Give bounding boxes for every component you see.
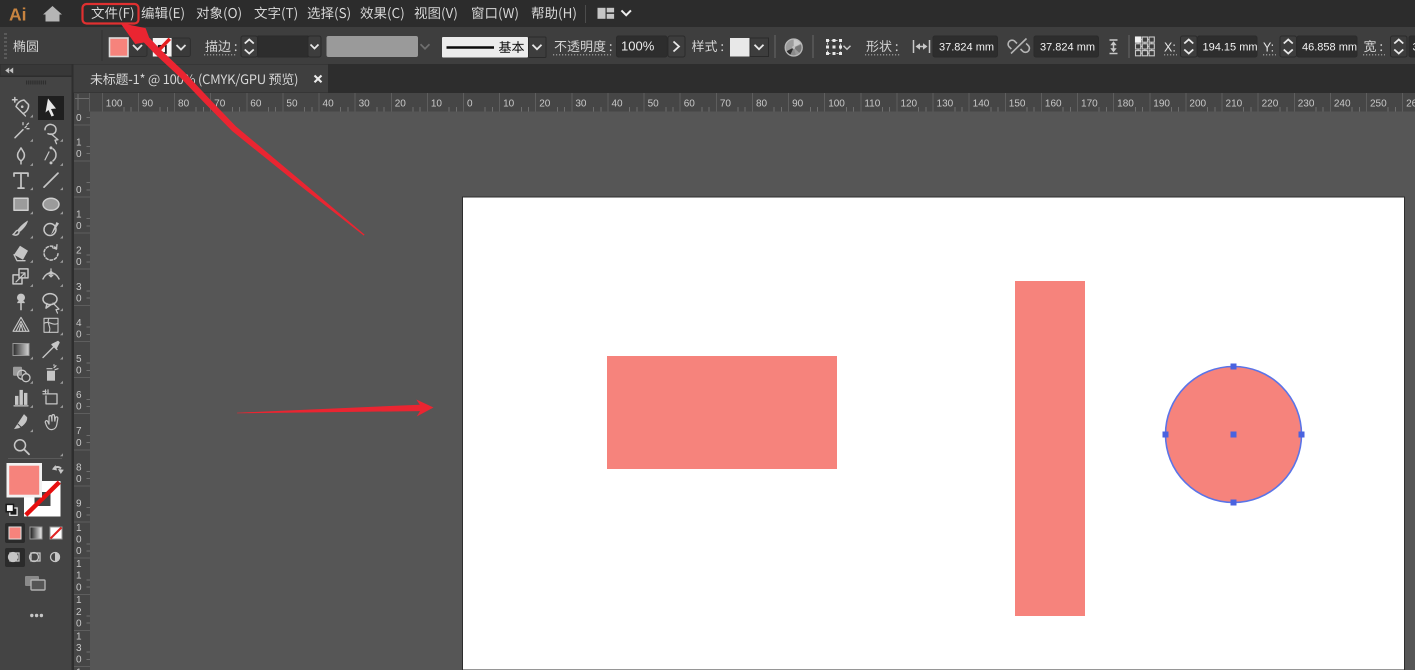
svg-text:120: 120 bbox=[900, 99, 917, 110]
svg-text:1: 1 bbox=[76, 559, 82, 570]
svg-text:1: 1 bbox=[76, 210, 82, 221]
svg-text:210: 210 bbox=[1226, 99, 1243, 110]
svg-text:1: 1 bbox=[76, 631, 82, 642]
svg-text:100: 100 bbox=[828, 99, 845, 110]
svg-text:2: 2 bbox=[76, 607, 82, 618]
svg-text:130: 130 bbox=[937, 99, 954, 110]
svg-text:0: 0 bbox=[76, 185, 82, 196]
svg-text:6: 6 bbox=[76, 390, 82, 401]
svg-text:0: 0 bbox=[76, 618, 82, 629]
svg-text:0: 0 bbox=[76, 221, 82, 232]
svg-text:5: 5 bbox=[76, 354, 82, 365]
svg-text:0: 0 bbox=[76, 546, 82, 557]
svg-text:80: 80 bbox=[756, 99, 768, 110]
svg-text:0: 0 bbox=[76, 330, 82, 341]
svg-text:Ai: Ai bbox=[9, 5, 27, 25]
svg-text:20: 20 bbox=[395, 99, 407, 110]
svg-text:200: 200 bbox=[1189, 99, 1206, 110]
svg-text:0: 0 bbox=[76, 366, 82, 377]
svg-text:9: 9 bbox=[76, 499, 82, 510]
svg-text:0: 0 bbox=[76, 149, 82, 160]
svg-text:194.15 mm: 194.15 mm bbox=[1203, 42, 1258, 54]
svg-text:50: 50 bbox=[286, 99, 298, 110]
svg-text:170: 170 bbox=[1081, 99, 1098, 110]
svg-text:190: 190 bbox=[1153, 99, 1170, 110]
svg-text:37.824 mm: 37.824 mm bbox=[1040, 42, 1095, 54]
svg-text:70: 70 bbox=[720, 99, 732, 110]
svg-text:Y:: Y: bbox=[1263, 41, 1274, 55]
svg-text:3: 3 bbox=[76, 643, 82, 654]
svg-text:230: 230 bbox=[1298, 99, 1315, 110]
svg-text:0: 0 bbox=[76, 438, 82, 449]
svg-text:180: 180 bbox=[1117, 99, 1134, 110]
svg-text:110: 110 bbox=[864, 99, 880, 110]
svg-text:1: 1 bbox=[76, 137, 82, 148]
svg-text:10: 10 bbox=[431, 99, 443, 110]
svg-text:2: 2 bbox=[76, 246, 82, 257]
svg-text:100%: 100% bbox=[621, 39, 655, 54]
svg-text:30: 30 bbox=[575, 99, 587, 110]
svg-text:0: 0 bbox=[76, 474, 82, 485]
svg-text:0: 0 bbox=[467, 99, 473, 110]
svg-text:0: 0 bbox=[76, 257, 82, 268]
svg-text:0: 0 bbox=[76, 402, 82, 413]
svg-text:50: 50 bbox=[648, 99, 660, 110]
svg-text:60: 60 bbox=[250, 99, 262, 110]
svg-text:1: 1 bbox=[76, 571, 82, 582]
svg-text:4: 4 bbox=[76, 318, 82, 329]
svg-text:8: 8 bbox=[76, 462, 82, 473]
svg-text:220: 220 bbox=[1262, 99, 1279, 110]
svg-text:60: 60 bbox=[684, 99, 696, 110]
svg-text:46.858 mm: 46.858 mm bbox=[1302, 42, 1357, 54]
svg-text:90: 90 bbox=[792, 99, 804, 110]
svg-text:1: 1 bbox=[76, 595, 82, 606]
svg-text:100: 100 bbox=[106, 99, 123, 110]
svg-text:0: 0 bbox=[76, 582, 82, 593]
svg-text:3: 3 bbox=[76, 282, 82, 293]
svg-text:40: 40 bbox=[323, 99, 335, 110]
svg-text:160: 160 bbox=[1045, 99, 1062, 110]
svg-text:150: 150 bbox=[1009, 99, 1026, 110]
svg-text:80: 80 bbox=[178, 99, 190, 110]
svg-text:1: 1 bbox=[76, 523, 82, 534]
svg-text:240: 240 bbox=[1334, 99, 1351, 110]
svg-text:X:: X: bbox=[1164, 41, 1176, 55]
svg-text:10: 10 bbox=[503, 99, 515, 110]
svg-text:140: 140 bbox=[973, 99, 990, 110]
svg-text:0: 0 bbox=[76, 655, 82, 666]
svg-text:7: 7 bbox=[76, 426, 82, 437]
svg-text:90: 90 bbox=[142, 99, 154, 110]
svg-text:260: 260 bbox=[1406, 99, 1415, 110]
svg-text:0: 0 bbox=[76, 113, 82, 124]
svg-text:0: 0 bbox=[76, 510, 82, 521]
svg-text:250: 250 bbox=[1370, 99, 1387, 110]
svg-text:40: 40 bbox=[611, 99, 623, 110]
svg-text:0: 0 bbox=[76, 293, 82, 304]
svg-text:37.824 mm: 37.824 mm bbox=[939, 42, 994, 54]
svg-text:0: 0 bbox=[76, 535, 82, 546]
svg-text:30: 30 bbox=[359, 99, 371, 110]
svg-text:20: 20 bbox=[539, 99, 551, 110]
